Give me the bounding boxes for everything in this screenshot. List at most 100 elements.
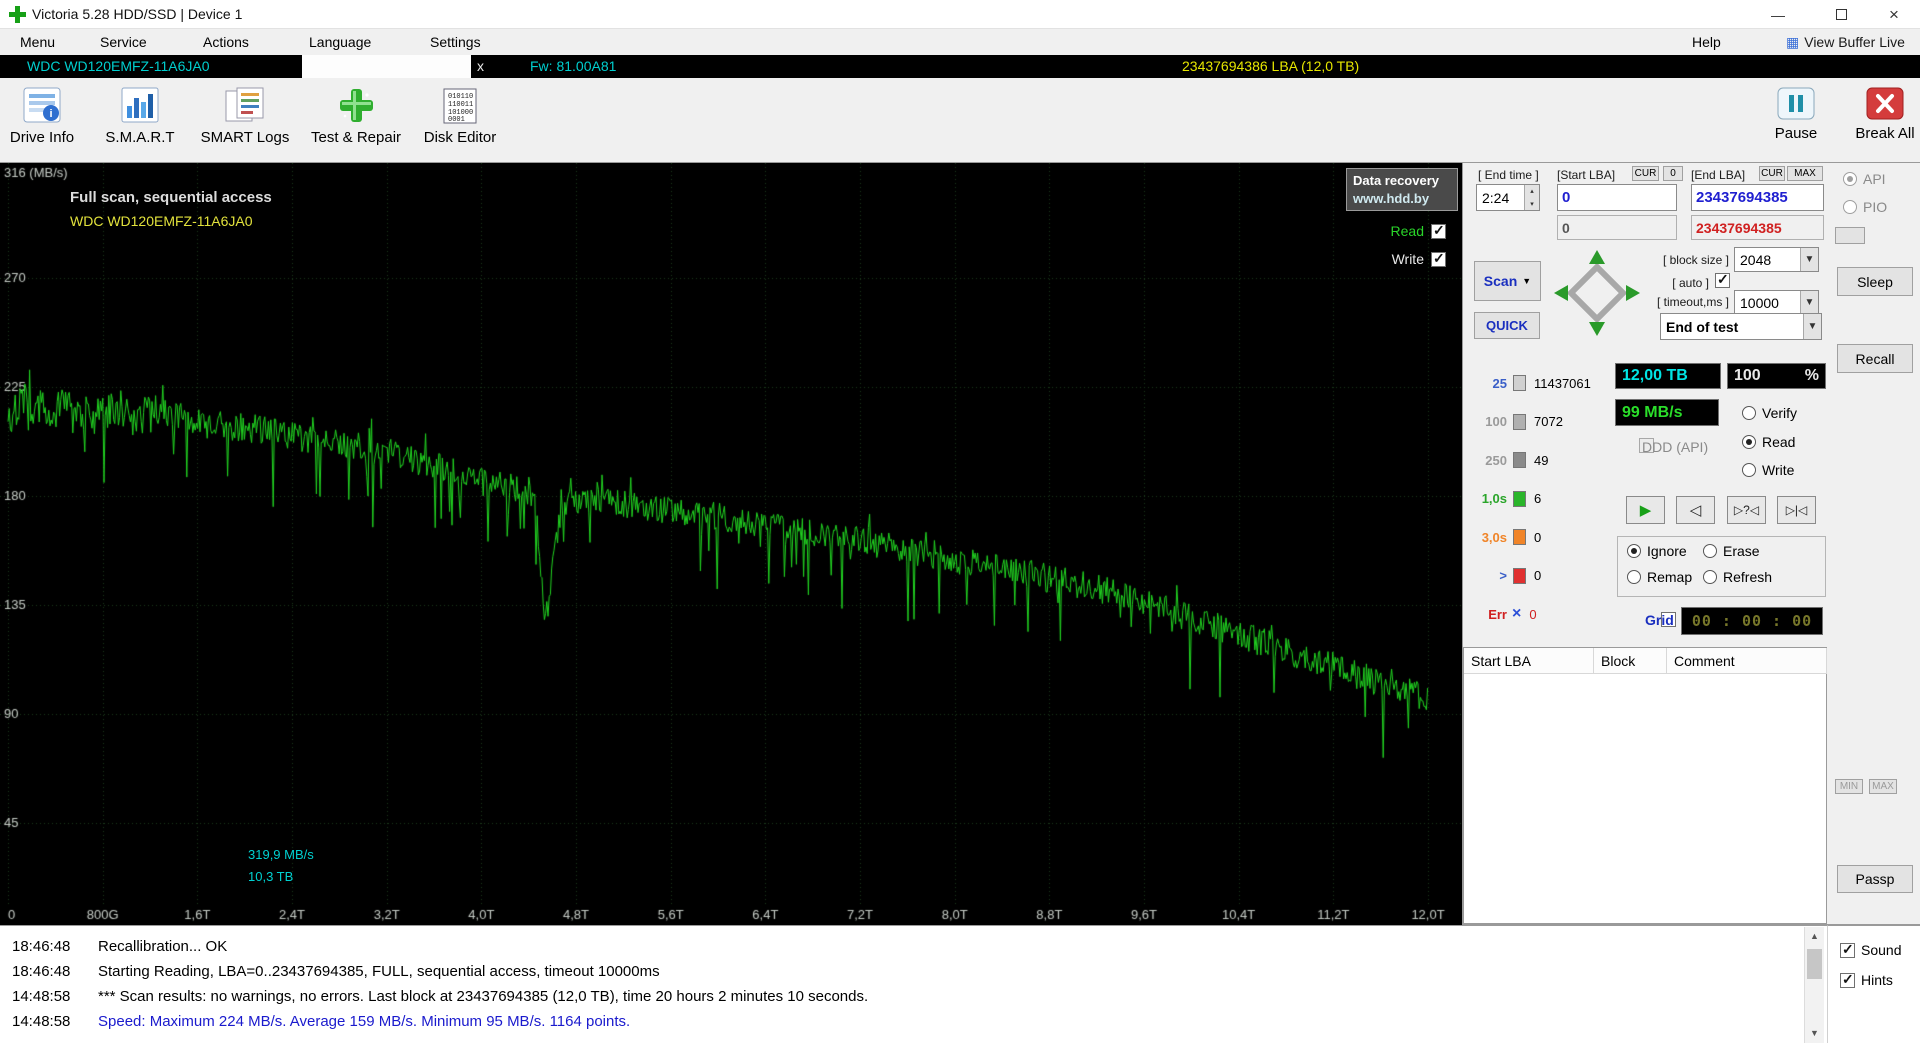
mini-indicator-button[interactable] <box>1835 227 1865 244</box>
counter-value: 0 <box>1534 568 1542 583</box>
write-legend-label: Write <box>1391 251 1424 267</box>
scan-button[interactable]: Scan ▼ <box>1474 261 1541 301</box>
end-lba-input[interactable]: 23437694385 <box>1691 184 1824 211</box>
mini-button-1[interactable]: MIN <box>1835 779 1863 794</box>
timeout-select[interactable]: 10000 ▼ <box>1734 290 1819 315</box>
device-model-tab[interactable]: WDC WD120EMFZ-11A6JA0 <box>27 55 210 78</box>
percent-display: 100 % <box>1727 363 1826 389</box>
hints-option[interactable]: Hints <box>1840 971 1893 988</box>
end-time-spinner[interactable]: 2:24 ▴ ▾ <box>1476 184 1540 211</box>
end-of-test-select[interactable]: End of test ▼ <box>1660 313 1822 340</box>
app-icon <box>9 6 26 23</box>
end-lba-max-button[interactable]: MAX <box>1787 166 1823 181</box>
device-tab-close[interactable]: x <box>477 55 484 78</box>
ignore-radio-label: Ignore <box>1647 543 1687 559</box>
scroll-up-icon[interactable]: ▲ <box>1805 927 1824 945</box>
block-color-chip <box>1513 452 1526 468</box>
titlebar: Victoria 5.28 HDD/SSD | Device 1 — × <box>0 0 1920 29</box>
maximize-button[interactable] <box>1815 0 1867 29</box>
erase-radio[interactable]: Erase <box>1703 543 1760 559</box>
sleep-button[interactable]: Sleep <box>1837 267 1913 296</box>
speed-graph-canvas[interactable] <box>0 163 1462 925</box>
device-active-tab[interactable] <box>302 55 471 78</box>
break-all-button[interactable]: Break All <box>1843 86 1920 158</box>
remap-radio-circle[interactable] <box>1627 570 1641 584</box>
end-lba-cur-button[interactable]: CUR <box>1759 166 1785 181</box>
defect-table[interactable]: Start LBA Block Comment <box>1463 647 1827 924</box>
write-checkbox[interactable] <box>1431 250 1446 267</box>
pio-radio[interactable]: PIO <box>1843 199 1887 215</box>
verify-radio-circle[interactable] <box>1742 406 1756 420</box>
counter-label: 3,0s <box>1481 529 1507 545</box>
menu-item-help[interactable]: Help <box>1684 29 1729 55</box>
counter-row[interactable]: 1,0s 6 <box>1471 489 1541 509</box>
menu-item-actions[interactable]: Actions <box>195 29 257 55</box>
start-lba-cur-button[interactable]: CUR <box>1632 166 1659 181</box>
counter-row[interactable]: Err × 0 <box>1471 604 1536 624</box>
start-lba-zero-button[interactable]: 0 <box>1663 166 1683 181</box>
smart-logs-button[interactable]: SMART Logs <box>201 86 289 158</box>
transport-jump-button[interactable]: ▷?◁ <box>1727 496 1766 524</box>
write-radio[interactable]: Write <box>1742 462 1794 478</box>
table-header-block: Block <box>1594 648 1667 674</box>
direction-dpad[interactable] <box>1551 247 1643 339</box>
transport-play-button[interactable]: ▶ <box>1626 496 1665 524</box>
sound-checkbox[interactable] <box>1840 941 1855 958</box>
ignore-radio-circle[interactable] <box>1627 544 1641 558</box>
log-scrollbar[interactable]: ▲ ▼ <box>1804 927 1824 1043</box>
start-lba-input[interactable]: 0 <box>1557 184 1677 211</box>
pause-button[interactable]: Pause <box>1754 86 1838 158</box>
passp-button[interactable]: Passp <box>1837 865 1913 893</box>
read-checkbox[interactable] <box>1431 222 1446 239</box>
recall-button[interactable]: Recall <box>1837 344 1913 373</box>
quick-button[interactable]: QUICK <box>1474 312 1540 339</box>
test-repair-button[interactable]: Test & Repair <box>311 86 401 158</box>
menu-item-language[interactable]: Language <box>301 29 379 55</box>
pio-radio-circle[interactable] <box>1843 200 1857 214</box>
spin-up-icon[interactable]: ▴ <box>1525 185 1539 198</box>
hints-checkbox[interactable] <box>1840 971 1855 988</box>
log-line: 18:46:48 Recallibration... OK <box>0 934 1790 958</box>
test-repair-icon <box>340 89 373 122</box>
error-cross-icon: × <box>1512 605 1522 622</box>
disk-editor-button[interactable]: 010110 110011 101000 0001 Disk Editor <box>418 86 502 158</box>
erase-radio-label: Erase <box>1723 543 1760 559</box>
write-radio-circle[interactable] <box>1742 463 1756 477</box>
sound-option[interactable]: Sound <box>1840 941 1901 958</box>
view-buffer-live[interactable]: ▦ View Buffer Live <box>1778 29 1913 55</box>
block-size-select[interactable]: 2048 ▼ <box>1734 247 1819 272</box>
counter-row[interactable]: 100 7072 <box>1471 412 1563 432</box>
menu-item-settings[interactable]: Settings <box>422 29 489 55</box>
refresh-radio-circle[interactable] <box>1703 570 1717 584</box>
read-radio[interactable]: Read <box>1742 434 1795 450</box>
scan-button-label: Scan <box>1483 273 1518 289</box>
counter-row[interactable]: 250 49 <box>1471 450 1548 470</box>
graph-device-label: WDC WD120EMFZ-11A6JA0 <box>70 213 253 229</box>
verify-radio[interactable]: Verify <box>1742 405 1797 421</box>
transport-reverse-button[interactable]: ◁ <box>1676 496 1715 524</box>
spin-down-icon[interactable]: ▾ <box>1525 197 1539 210</box>
api-radio-circle[interactable] <box>1843 172 1857 186</box>
remap-radio[interactable]: Remap <box>1627 569 1692 585</box>
counter-row[interactable]: 25 11437061 <box>1471 373 1591 393</box>
drive-info-button[interactable]: i Drive Info <box>0 86 84 158</box>
minimize-button[interactable]: — <box>1752 0 1804 29</box>
close-button[interactable]: × <box>1868 0 1920 29</box>
log-time: 14:48:58 <box>12 987 71 1005</box>
refresh-radio[interactable]: Refresh <box>1703 569 1772 585</box>
erase-radio-circle[interactable] <box>1703 544 1717 558</box>
counter-row[interactable]: 3,0s 0 <box>1471 527 1541 547</box>
ignore-radio[interactable]: Ignore <box>1627 543 1687 559</box>
auto-checkbox[interactable] <box>1715 271 1730 288</box>
smart-button[interactable]: S.M.A.R.T <box>98 86 182 158</box>
mini-button-2[interactable]: MAX <box>1869 779 1897 794</box>
counter-row[interactable]: >0 <box>1471 566 1541 586</box>
api-radio[interactable]: API <box>1843 171 1886 187</box>
scroll-thumb[interactable] <box>1807 949 1822 979</box>
read-radio-circle[interactable] <box>1742 435 1756 449</box>
menu-item-service[interactable]: Service <box>92 29 155 55</box>
drive-info-label: Drive Info <box>9 129 75 146</box>
scroll-down-icon[interactable]: ▼ <box>1805 1024 1824 1042</box>
transport-end-button[interactable]: ▷|◁ <box>1777 496 1816 524</box>
menu-item-menu[interactable]: Menu <box>12 29 63 55</box>
